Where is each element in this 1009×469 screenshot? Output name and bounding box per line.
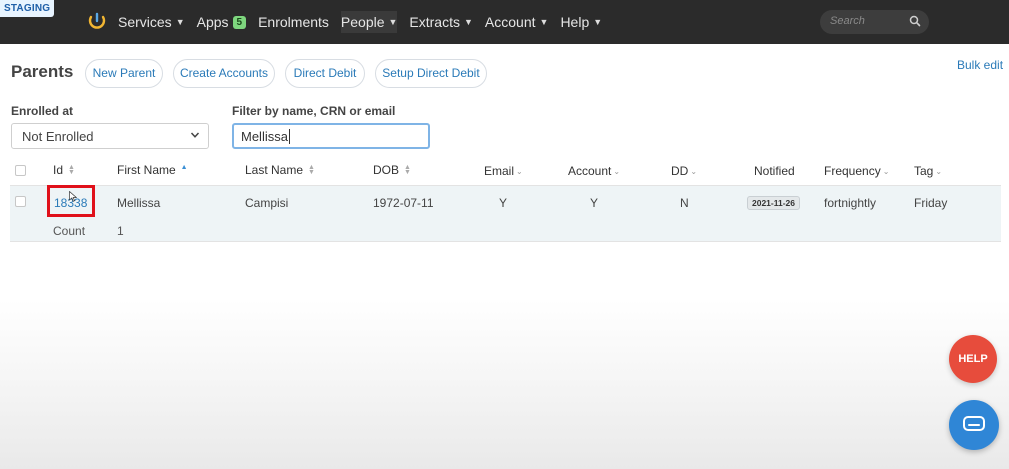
column-header-id[interactable]: Id ▲ ▼ [53,163,75,177]
select-all-checkbox[interactable] [15,165,26,176]
nav-people[interactable]: People ▼ [340,11,398,33]
new-parent-button[interactable]: New Parent [85,59,163,88]
count-label: Count [53,224,86,238]
enrolled-at-select[interactable]: Not Enrolled [11,123,209,149]
column-header-account-label: Account [568,164,612,178]
column-header-first-name-label: First Name [117,163,176,177]
bulk-edit-link[interactable]: Bulk edit [957,58,1003,72]
filter-input-value: Mellissa [241,129,288,144]
dropdown-caret-icon: ⌄ [613,166,621,176]
column-header-last-name[interactable]: Last Name ▲ ▼ [245,163,315,177]
nav-account[interactable]: Account ▼ [485,14,549,30]
column-header-dob[interactable]: DOB ▲ ▼ [373,163,411,177]
nav-apps[interactable]: Apps 5 [196,14,247,30]
column-header-first-name[interactable]: First Name ▲▼ [117,163,188,177]
search-icon [909,15,921,27]
cell-first-name: Mellissa [117,196,161,210]
apps-count-badge: 5 [232,15,247,29]
notified-date-badge: 2021-11-26 [747,196,801,210]
chat-button[interactable] [949,400,999,450]
dropdown-caret-icon: ⌄ [882,166,890,176]
text-caret [288,129,290,144]
cell-frequency: fortnightly [824,196,877,210]
column-header-email-label: Email [484,164,515,178]
cell-email: Y [499,196,508,210]
column-header-frequency[interactable]: Frequency ⌄ [824,164,889,178]
environment-badge: STAGING [0,0,55,17]
column-header-dd[interactable]: DD ⌄ [671,164,697,178]
main-nav: Services ▼ Apps 5 Enrolments People ▼ Ex… [118,0,614,44]
caret-down-icon: ▼ [539,17,549,27]
column-header-frequency-label: Frequency [824,164,881,178]
nav-account-label: Account [484,14,536,30]
chevron-down-icon [190,132,200,138]
cell-account: Y [590,196,599,210]
column-header-tag[interactable]: Tag ⌄ [914,164,942,178]
enrolled-at-value: Not Enrolled [22,129,94,144]
table-row [10,186,1001,241]
logo-icon[interactable] [88,12,106,30]
column-header-tag-label: Tag [914,164,934,178]
caret-down-icon: ▼ [388,17,398,27]
search-placeholder: Search [830,15,865,27]
filter-input[interactable]: Mellissa [232,123,430,149]
count-value: 1 [117,224,124,238]
page-title: Parents [11,62,74,81]
nav-help-label: Help [560,14,590,30]
nav-help[interactable]: Help ▼ [560,14,602,30]
column-header-dob-label: DOB [373,163,400,177]
dropdown-caret-icon: ⌄ [516,166,523,176]
table-divider [10,241,1001,242]
dropdown-caret-icon: ⌄ [690,166,698,176]
nav-apps-label: Apps [196,14,229,30]
sort-ascending-icon: ▲▼ [180,164,188,171]
nav-services-label: Services [118,14,172,30]
cell-dd: N [680,196,689,210]
direct-debit-button[interactable]: Direct Debit [285,59,365,88]
column-header-id-label: Id [53,163,64,177]
create-accounts-button[interactable]: Create Accounts [173,59,275,88]
nav-services[interactable]: Services ▼ [118,14,185,30]
row-checkbox[interactable] [15,196,26,207]
filter-label: Filter by name, CRN or email [232,104,396,118]
cell-tag: Friday [914,196,948,210]
mouse-cursor-icon [69,191,77,202]
search-input[interactable]: Search [820,10,929,34]
dropdown-caret-icon: ⌄ [935,166,943,176]
caret-down-icon: ▼ [464,17,473,27]
cell-last-name: Campisi [245,196,289,210]
caret-down-icon: ▼ [175,17,185,27]
column-header-dd-label: DD [671,164,689,178]
help-button[interactable]: HELP [949,335,997,383]
column-header-last-name-label: Last Name [245,163,304,177]
setup-direct-debit-button[interactable]: Setup Direct Debit [375,59,487,88]
nav-extracts[interactable]: Extracts ▼ [409,14,473,30]
sort-icon: ▲ ▼ [404,164,411,176]
column-header-notified: Notified [754,164,795,178]
column-header-notified-label: Notified [754,164,795,178]
caret-down-icon: ▼ [593,17,603,27]
nav-enrolments[interactable]: Enrolments [258,14,329,30]
column-header-email[interactable]: Email ⌄ [484,164,523,178]
chat-icon [963,416,985,431]
nav-enrolments-label: Enrolments [258,14,329,30]
top-navbar: STAGING Services ▼ Apps 5 Enrolments Peo… [0,0,1009,44]
sort-icon: ▲ ▼ [308,164,315,176]
enrolled-at-label: Enrolled at [11,104,74,118]
column-header-account[interactable]: Account ⌄ [568,164,620,178]
nav-people-label: People [340,14,385,30]
cell-dob: 1972-07-11 [373,196,434,210]
sort-icon: ▲ ▼ [68,164,75,176]
nav-extracts-label: Extracts [409,14,460,30]
